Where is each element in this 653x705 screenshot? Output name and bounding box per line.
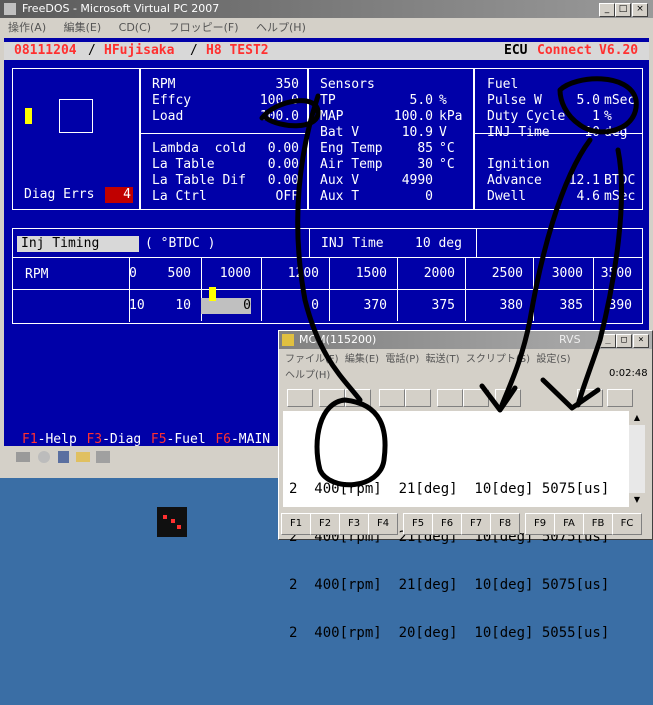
annotation-arrow-injtime [499, 137, 593, 408]
terminal-line: 2 400[rpm] 21[deg] 10[deg] 5075[us] [289, 577, 610, 593]
annotation-arrow-pulsew [575, 147, 624, 408]
terminal-line: 2 400[rpm] 20[deg] 10[deg] 5055[us] [289, 625, 610, 641]
annotation-overlay [259, 76, 639, 488]
annotation-arrow-rpm [295, 93, 363, 403]
annotation-arrowhead [540, 377, 601, 411]
annotation-loop-fuel [557, 76, 639, 135]
annotation-circle-rpm [314, 397, 388, 488]
